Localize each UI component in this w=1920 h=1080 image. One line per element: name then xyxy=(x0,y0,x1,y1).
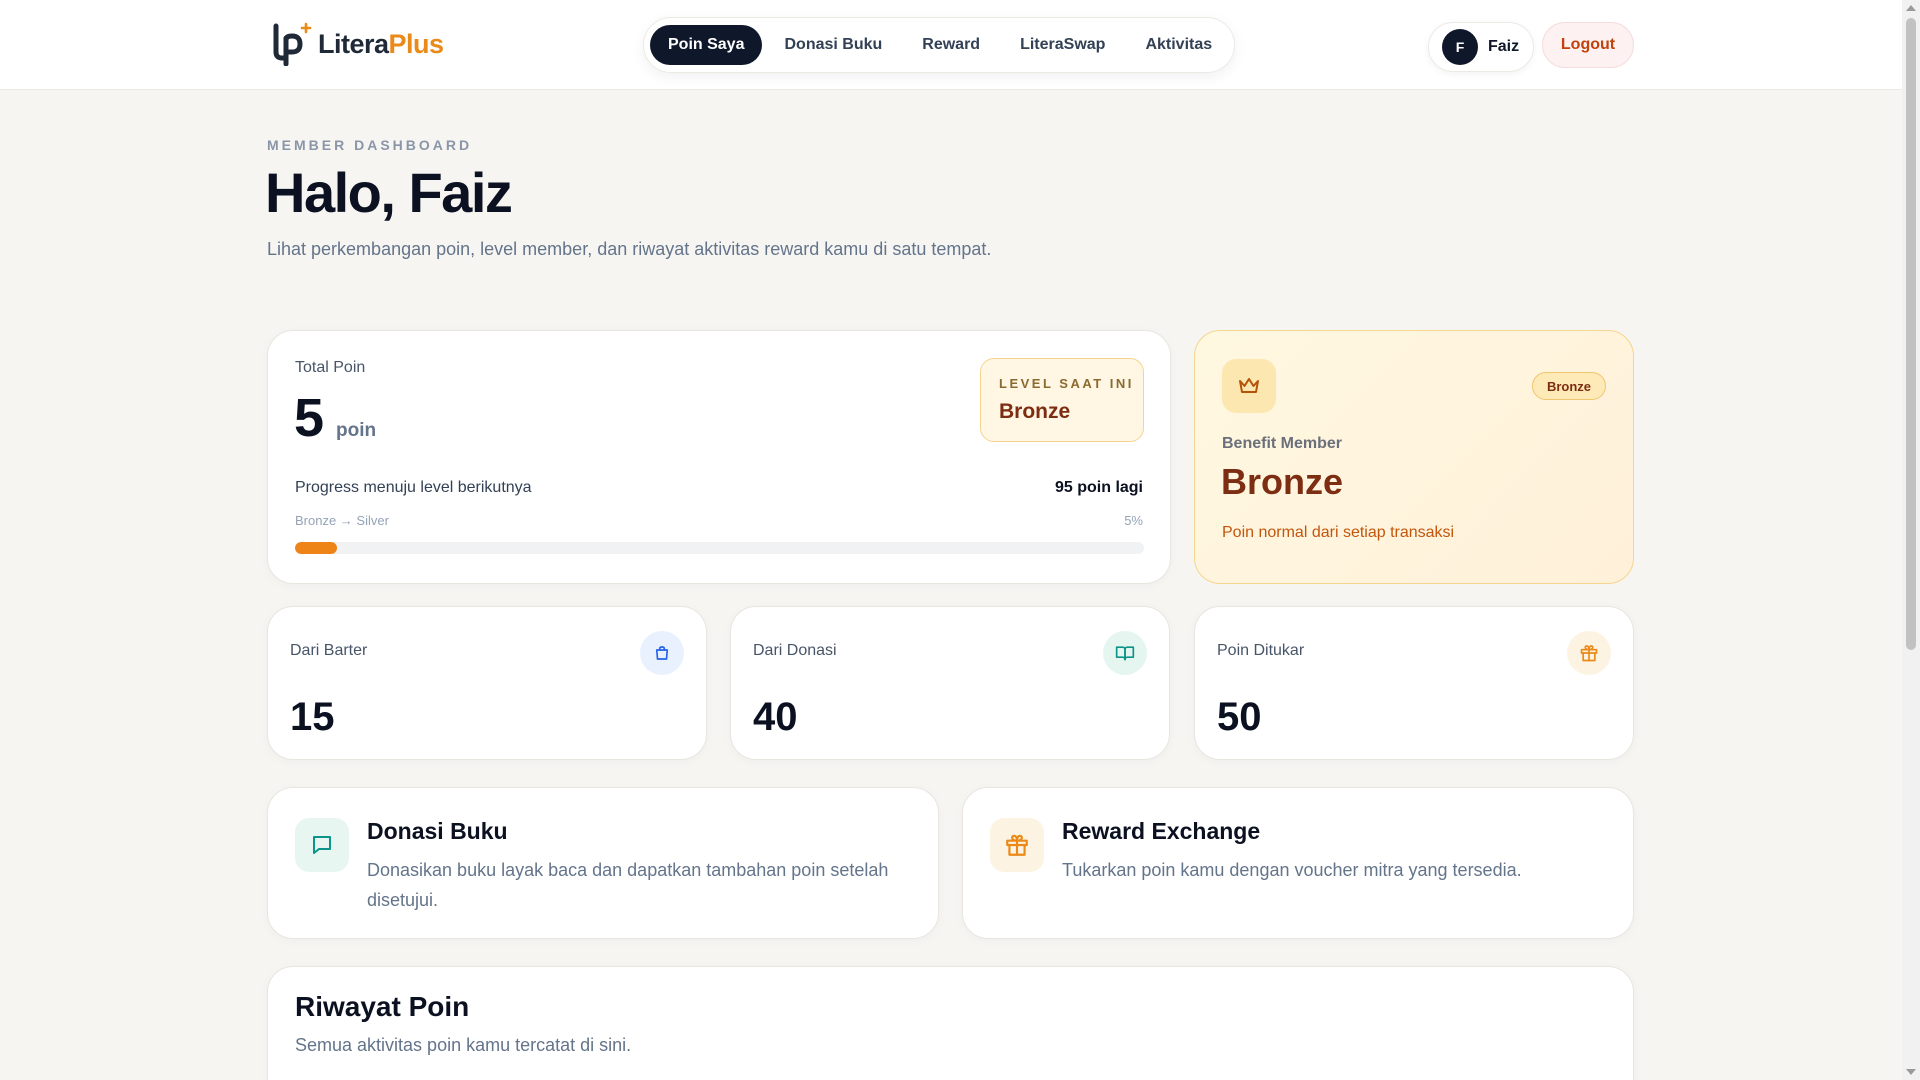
nav-item-reward[interactable]: Reward xyxy=(904,25,998,65)
logo[interactable]: LiteraPlus xyxy=(272,22,444,67)
gift-icon xyxy=(990,818,1044,872)
current-level-box: LEVEL SAAT INI Bronze xyxy=(980,358,1144,442)
page-description: Lihat perkembangan poin, level member, d… xyxy=(267,239,992,259)
gift-icon xyxy=(1567,631,1611,675)
crown-icon xyxy=(1222,359,1276,413)
lp-logo-icon xyxy=(272,22,312,67)
book-open-icon xyxy=(1103,631,1147,675)
main-nav: Poin Saya Donasi Buku Reward LiteraSwap … xyxy=(643,17,1235,73)
bag-icon xyxy=(640,631,684,675)
action-description: Donasikan buku layak baca dan dapatkan t… xyxy=(367,860,889,910)
progress-label: Progress menuju level berikutnya xyxy=(295,479,532,496)
benefit-label: Benefit Member xyxy=(1222,435,1343,452)
chat-square-icon xyxy=(295,818,349,872)
stat-card-ditukar: Poin Ditukar 50 xyxy=(1194,606,1634,760)
top-bar: LiteraPlus Poin Saya Donasi Buku Reward … xyxy=(0,0,1902,90)
level-badge: Bronze xyxy=(1531,372,1606,400)
total-points-value: 5 xyxy=(294,388,325,448)
stat-card-donasi: Dari Donasi 40 xyxy=(730,606,1170,760)
benefit-description: Poin normal dari setiap transaksi xyxy=(1222,524,1455,541)
action-title: Donasi Buku xyxy=(367,818,508,844)
history-description: Semua aktivitas poin kamu tercatat di si… xyxy=(295,1035,632,1055)
brand-name: LiteraPlus xyxy=(318,29,444,60)
stat-label: Dari Donasi xyxy=(753,642,837,659)
benefit-level: Bronze xyxy=(1221,461,1344,502)
progress-bar xyxy=(295,542,1144,554)
stat-value: 40 xyxy=(753,695,798,739)
donasi-buku-card[interactable]: Donasi Buku Donasikan buku layak baca da… xyxy=(267,787,939,939)
points-history-card: Riwayat Poin Semua aktivitas poin kamu t… xyxy=(267,966,1634,1080)
history-title: Riwayat Poin xyxy=(295,991,470,1022)
logout-button[interactable]: Logout xyxy=(1542,22,1634,68)
progress-bar-fill xyxy=(295,542,338,554)
stat-label: Dari Barter xyxy=(290,642,368,659)
stat-value: 50 xyxy=(1217,695,1262,739)
page-eyebrow: MEMBER DASHBOARD xyxy=(267,137,473,153)
total-points-value-row: 5 poin xyxy=(294,387,376,449)
current-level-label: LEVEL SAAT INI xyxy=(999,376,1134,391)
stat-card-barter: Dari Barter 15 xyxy=(267,606,707,760)
reward-exchange-card[interactable]: Reward Exchange Tukarkan poin kamu denga… xyxy=(962,787,1634,939)
total-points-unit: poin xyxy=(336,420,377,441)
nav-item-poin-saya[interactable]: Poin Saya xyxy=(650,25,763,65)
progress-remaining: 95 poin lagi xyxy=(1054,479,1143,496)
progress-route: Bronze → Silver xyxy=(295,513,389,528)
page-title: Halo, Faiz xyxy=(265,161,513,224)
action-title: Reward Exchange xyxy=(1062,818,1261,844)
scrollbar-thumb[interactable] xyxy=(1906,18,1916,650)
user-menu[interactable]: F Faiz xyxy=(1428,22,1535,72)
stat-value: 15 xyxy=(290,695,335,739)
avatar: F xyxy=(1442,29,1478,65)
total-points-card: Total Poin 5 poin LEVEL SAAT INI Bronze … xyxy=(267,330,1171,584)
member-benefit-card: Bronze Benefit Member Bronze Poin normal… xyxy=(1194,330,1634,584)
scroll-up-arrow-icon[interactable] xyxy=(1906,5,1916,11)
brand-name-primary: Litera xyxy=(318,28,389,59)
progress-percent: 5% xyxy=(1124,513,1143,528)
total-points-label: Total Poin xyxy=(295,359,366,376)
scroll-down-arrow-icon[interactable] xyxy=(1906,1069,1916,1075)
brand-name-accent: Plus xyxy=(388,28,445,59)
action-description: Tukarkan poin kamu dengan voucher mitra … xyxy=(1062,860,1522,880)
user-name: Faiz xyxy=(1488,38,1520,55)
current-level-value: Bronze xyxy=(999,400,1071,423)
nav-item-literaswap[interactable]: LiteraSwap xyxy=(1002,25,1123,65)
nav-item-aktivitas[interactable]: Aktivitas xyxy=(1127,25,1230,65)
stat-label: Poin Ditukar xyxy=(1217,642,1305,659)
page-scrollbar[interactable] xyxy=(1902,0,1920,1080)
nav-item-donasi-buku[interactable]: Donasi Buku xyxy=(766,25,900,65)
